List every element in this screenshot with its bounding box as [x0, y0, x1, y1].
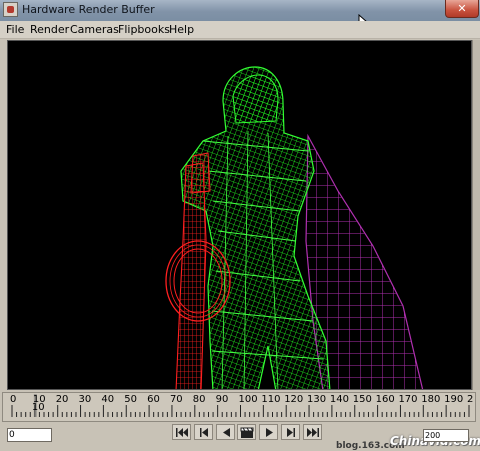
play-icon [266, 428, 273, 437]
menu-bar: File Render Cameras Flipbooks Help [0, 21, 480, 39]
tick-label: 110 [261, 394, 281, 405]
menu-flipbooks[interactable]: Flipbooks [118, 23, 170, 36]
step-back-key-button[interactable] [194, 424, 213, 440]
playback-controls: 0 blog.163.com Chinavid.com 200 [0, 423, 480, 451]
window-title: Hardware Render Buffer [22, 3, 155, 16]
step-forward-key-button[interactable] [281, 424, 300, 440]
current-frame-label: 10 [31, 402, 45, 413]
menu-help[interactable]: Help [169, 23, 194, 36]
tick-label: 120 [284, 394, 304, 405]
tick-label: 50 [124, 394, 137, 405]
tick-label: 190 [444, 394, 464, 405]
step-back-key-icon [200, 428, 208, 437]
step-back-icon [223, 428, 230, 437]
tick-label: 160 [375, 394, 395, 405]
go-to-start-icon [176, 428, 188, 437]
go-to-end-button[interactable] [303, 424, 322, 440]
tick-label: 140 [329, 394, 349, 405]
tick-label: 90 [215, 394, 229, 405]
tick-label: 80 [192, 394, 206, 405]
clapper-icon [240, 427, 254, 438]
tick-label: 170 [398, 394, 418, 405]
menu-cameras[interactable]: Cameras [70, 23, 119, 36]
tick-label: 130 [307, 394, 327, 405]
side-panel-edge [472, 40, 480, 390]
menu-render[interactable]: Render [30, 23, 69, 36]
play-button[interactable] [259, 424, 278, 440]
tick-label: 30 [78, 394, 92, 405]
end-frame-field[interactable]: 200 [423, 429, 469, 442]
title-bar: Hardware Render Buffer ✕ [0, 0, 480, 21]
step-back-button[interactable] [216, 424, 235, 440]
tick-label: 150 [352, 394, 372, 405]
tick-label: 40 [101, 394, 115, 405]
playblast-button[interactable] [237, 424, 256, 440]
close-button[interactable]: ✕ [445, 0, 479, 18]
tick-label: 60 [147, 394, 160, 405]
render-viewport[interactable] [7, 40, 472, 390]
app-icon[interactable] [3, 2, 18, 17]
go-to-start-button[interactable] [172, 424, 191, 440]
tick-label: 180 [421, 394, 441, 405]
menu-file[interactable]: File [6, 23, 24, 36]
tick-label: 100 [238, 394, 258, 405]
start-frame-field[interactable]: 0 [7, 428, 52, 442]
tick-label: 20 [55, 394, 69, 405]
go-to-end-icon [307, 428, 319, 437]
wireframe-render [165, 66, 424, 389]
tick-label: 70 [169, 394, 183, 405]
step-forward-key-icon [287, 428, 295, 437]
time-slider[interactable]: 0 10 20 30 40 50 60 70 80 90 100 110 120 130 140 150 160… [2, 392, 476, 422]
tick-label: 2 [467, 394, 474, 405]
tick-label: 0 [10, 394, 17, 405]
